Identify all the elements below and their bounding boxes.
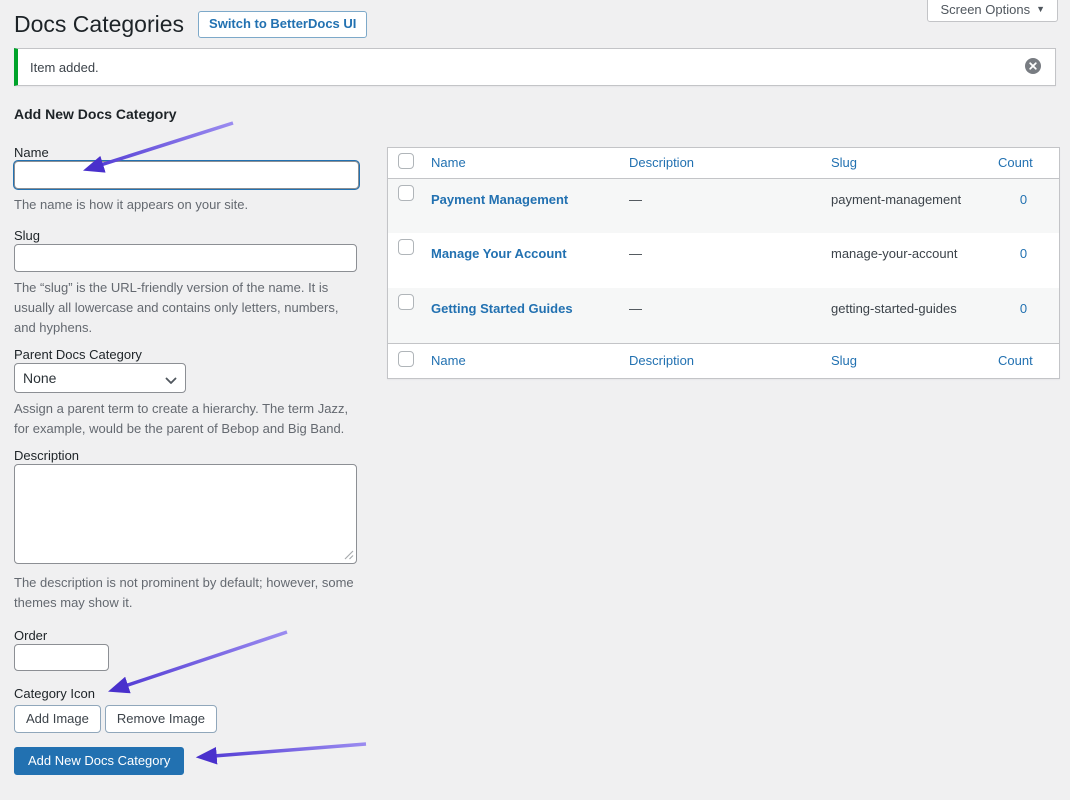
column-header-slug[interactable]: Slug [821,148,988,178]
form-heading: Add New Docs Category [14,106,359,122]
parent-help-text: Assign a parent term to create a hierarc… [14,399,359,439]
category-name-link[interactable]: Manage Your Account [431,246,567,261]
category-count-link[interactable]: 0 [1020,301,1027,316]
category-slug: manage-your-account [821,233,988,288]
table-row: Manage Your Account — manage-your-accoun… [388,233,1059,288]
category-count-link[interactable]: 0 [1020,192,1027,207]
order-field-group: Order [14,627,359,671]
select-all-checkbox[interactable] [398,153,414,169]
add-new-docs-category-button[interactable]: Add New Docs Category [14,747,184,776]
column-footer-slug[interactable]: Slug [821,343,988,378]
column-footer-description[interactable]: Description [619,343,821,378]
notice-message: Item added. [30,60,99,75]
row-select-checkbox[interactable] [398,294,414,310]
column-header-name[interactable]: Name [421,148,619,178]
order-input[interactable] [14,644,109,671]
categories-table: Name Description Slug Count Payment Mana… [387,147,1060,379]
column-header-description[interactable]: Description [619,148,821,178]
page-header: Docs Categories Switch to BetterDocs UI [14,10,367,39]
select-all-checkbox[interactable] [398,351,414,367]
name-label: Name [14,144,359,161]
category-name-link[interactable]: Getting Started Guides [431,301,573,316]
table-row: Getting Started Guides — getting-started… [388,288,1059,343]
screen-options-label: Screen Options [940,2,1030,17]
screen-options-button[interactable]: Screen Options ▼ [927,0,1058,22]
slug-field-group: Slug The “slug” is the URL-friendly vers… [14,227,359,338]
table-header-row: Name Description Slug Count [388,148,1059,178]
row-select-checkbox[interactable] [398,185,414,201]
add-category-form: Add New Docs Category Name The name is h… [14,106,359,775]
caret-down-icon: ▼ [1036,2,1045,17]
switch-to-betterdocs-ui-button[interactable]: Switch to BetterDocs UI [198,11,367,38]
docs-categories-page: Docs Categories Switch to BetterDocs UI … [0,0,1070,800]
category-slug: getting-started-guides [821,288,988,343]
name-input[interactable] [14,161,359,189]
resize-handle-icon[interactable] [344,548,354,563]
category-slug: payment-management [821,178,988,233]
table-row: Payment Management — payment-management … [388,178,1059,233]
slug-label: Slug [14,227,359,244]
table-footer-row: Name Description Slug Count [388,343,1059,378]
category-name-link[interactable]: Payment Management [431,192,568,207]
parent-field-group: Parent Docs Category None Assign a paren… [14,346,359,439]
column-header-count[interactable]: Count [988,148,1059,178]
category-icon-field-group: Category Icon Add Image Remove Image [14,685,359,733]
parent-category-label: Parent Docs Category [14,346,359,363]
description-label: Description [14,447,359,464]
name-field-group: Name The name is how it appears on your … [14,144,359,215]
slug-input[interactable] [14,244,357,272]
parent-category-select[interactable]: None [14,363,186,393]
slug-help-text: The “slug” is the URL-friendly version o… [14,278,359,338]
category-description: — [619,233,821,288]
page-title: Docs Categories [14,10,184,39]
category-icon-label: Category Icon [14,685,359,702]
name-help-text: The name is how it appears on your site. [14,195,359,215]
description-textarea[interactable] [14,464,357,564]
remove-image-button[interactable]: Remove Image [105,705,217,733]
close-icon [1025,58,1041,77]
row-select-checkbox[interactable] [398,239,414,255]
order-label: Order [14,627,359,644]
category-description: — [619,178,821,233]
column-footer-name[interactable]: Name [421,343,619,378]
category-count-link[interactable]: 0 [1020,246,1027,261]
parent-category-select-wrap: None [14,363,186,393]
dismiss-notice-button[interactable] [1023,56,1043,79]
description-field-group: Description The description is not promi… [14,447,359,613]
column-footer-count[interactable]: Count [988,343,1059,378]
add-image-button[interactable]: Add Image [14,705,101,733]
description-help-text: The description is not prominent by defa… [14,573,359,613]
category-description: — [619,288,821,343]
success-notice: Item added. [14,48,1056,86]
